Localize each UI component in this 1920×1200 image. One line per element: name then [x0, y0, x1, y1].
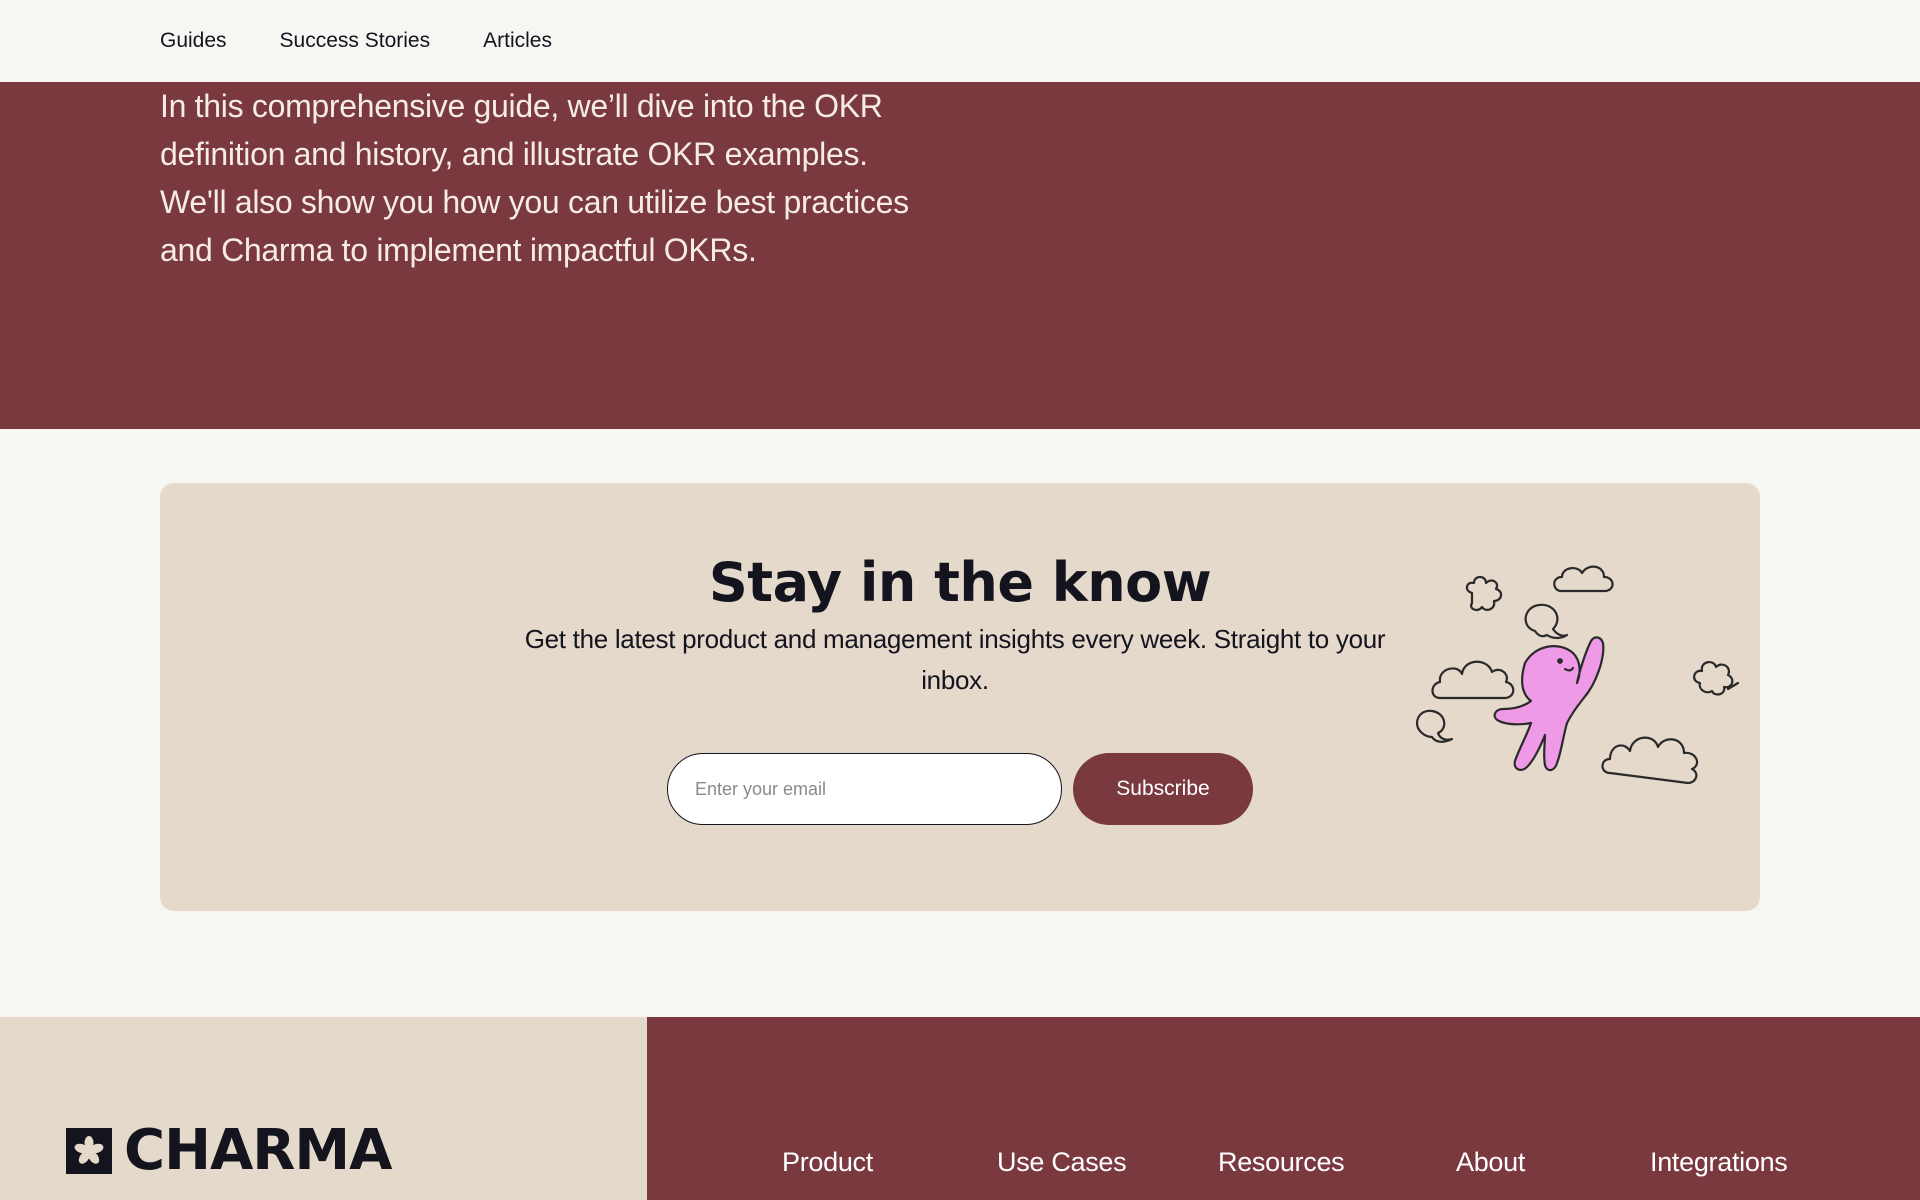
nav-link-guides[interactable]: Guides [160, 29, 227, 53]
nav-link-success-stories[interactable]: Success Stories [280, 29, 431, 53]
top-nav: Guides Success Stories Articles [0, 0, 1920, 82]
footer-nav-panel: Product Use Cases Resources About Integr… [647, 1017, 1920, 1200]
hero-intro-text: In this comprehensive guide, we’ll dive … [160, 88, 909, 268]
newsletter-subtitle: Get the latest product and management in… [524, 624, 1386, 695]
footer-link-use-cases[interactable]: Use Cases [997, 1147, 1127, 1178]
charma-logo[interactable]: CHARMA [66, 1123, 392, 1179]
footer-nav: Product Use Cases Resources About Integr… [647, 1147, 1920, 1187]
hero-section: In this comprehensive guide, we’ll dive … [0, 82, 1920, 429]
logo-wordmark: CHARMA [124, 1118, 392, 1183]
email-input[interactable] [667, 753, 1062, 825]
subscribe-button[interactable]: Subscribe [1073, 753, 1253, 825]
footer-link-product[interactable]: Product [782, 1147, 873, 1178]
charma-star-logo-icon [66, 1128, 112, 1174]
flying-mascot-illustration [1415, 565, 1740, 785]
footer-brand-panel: CHARMA [0, 1017, 647, 1200]
footer-link-resources[interactable]: Resources [1218, 1147, 1345, 1178]
newsletter-card: Stay in the know Get the latest product … [160, 483, 1760, 911]
footer-link-integrations[interactable]: Integrations [1650, 1147, 1788, 1178]
nav-link-articles[interactable]: Articles [483, 29, 552, 53]
footer-link-about[interactable]: About [1456, 1147, 1525, 1178]
